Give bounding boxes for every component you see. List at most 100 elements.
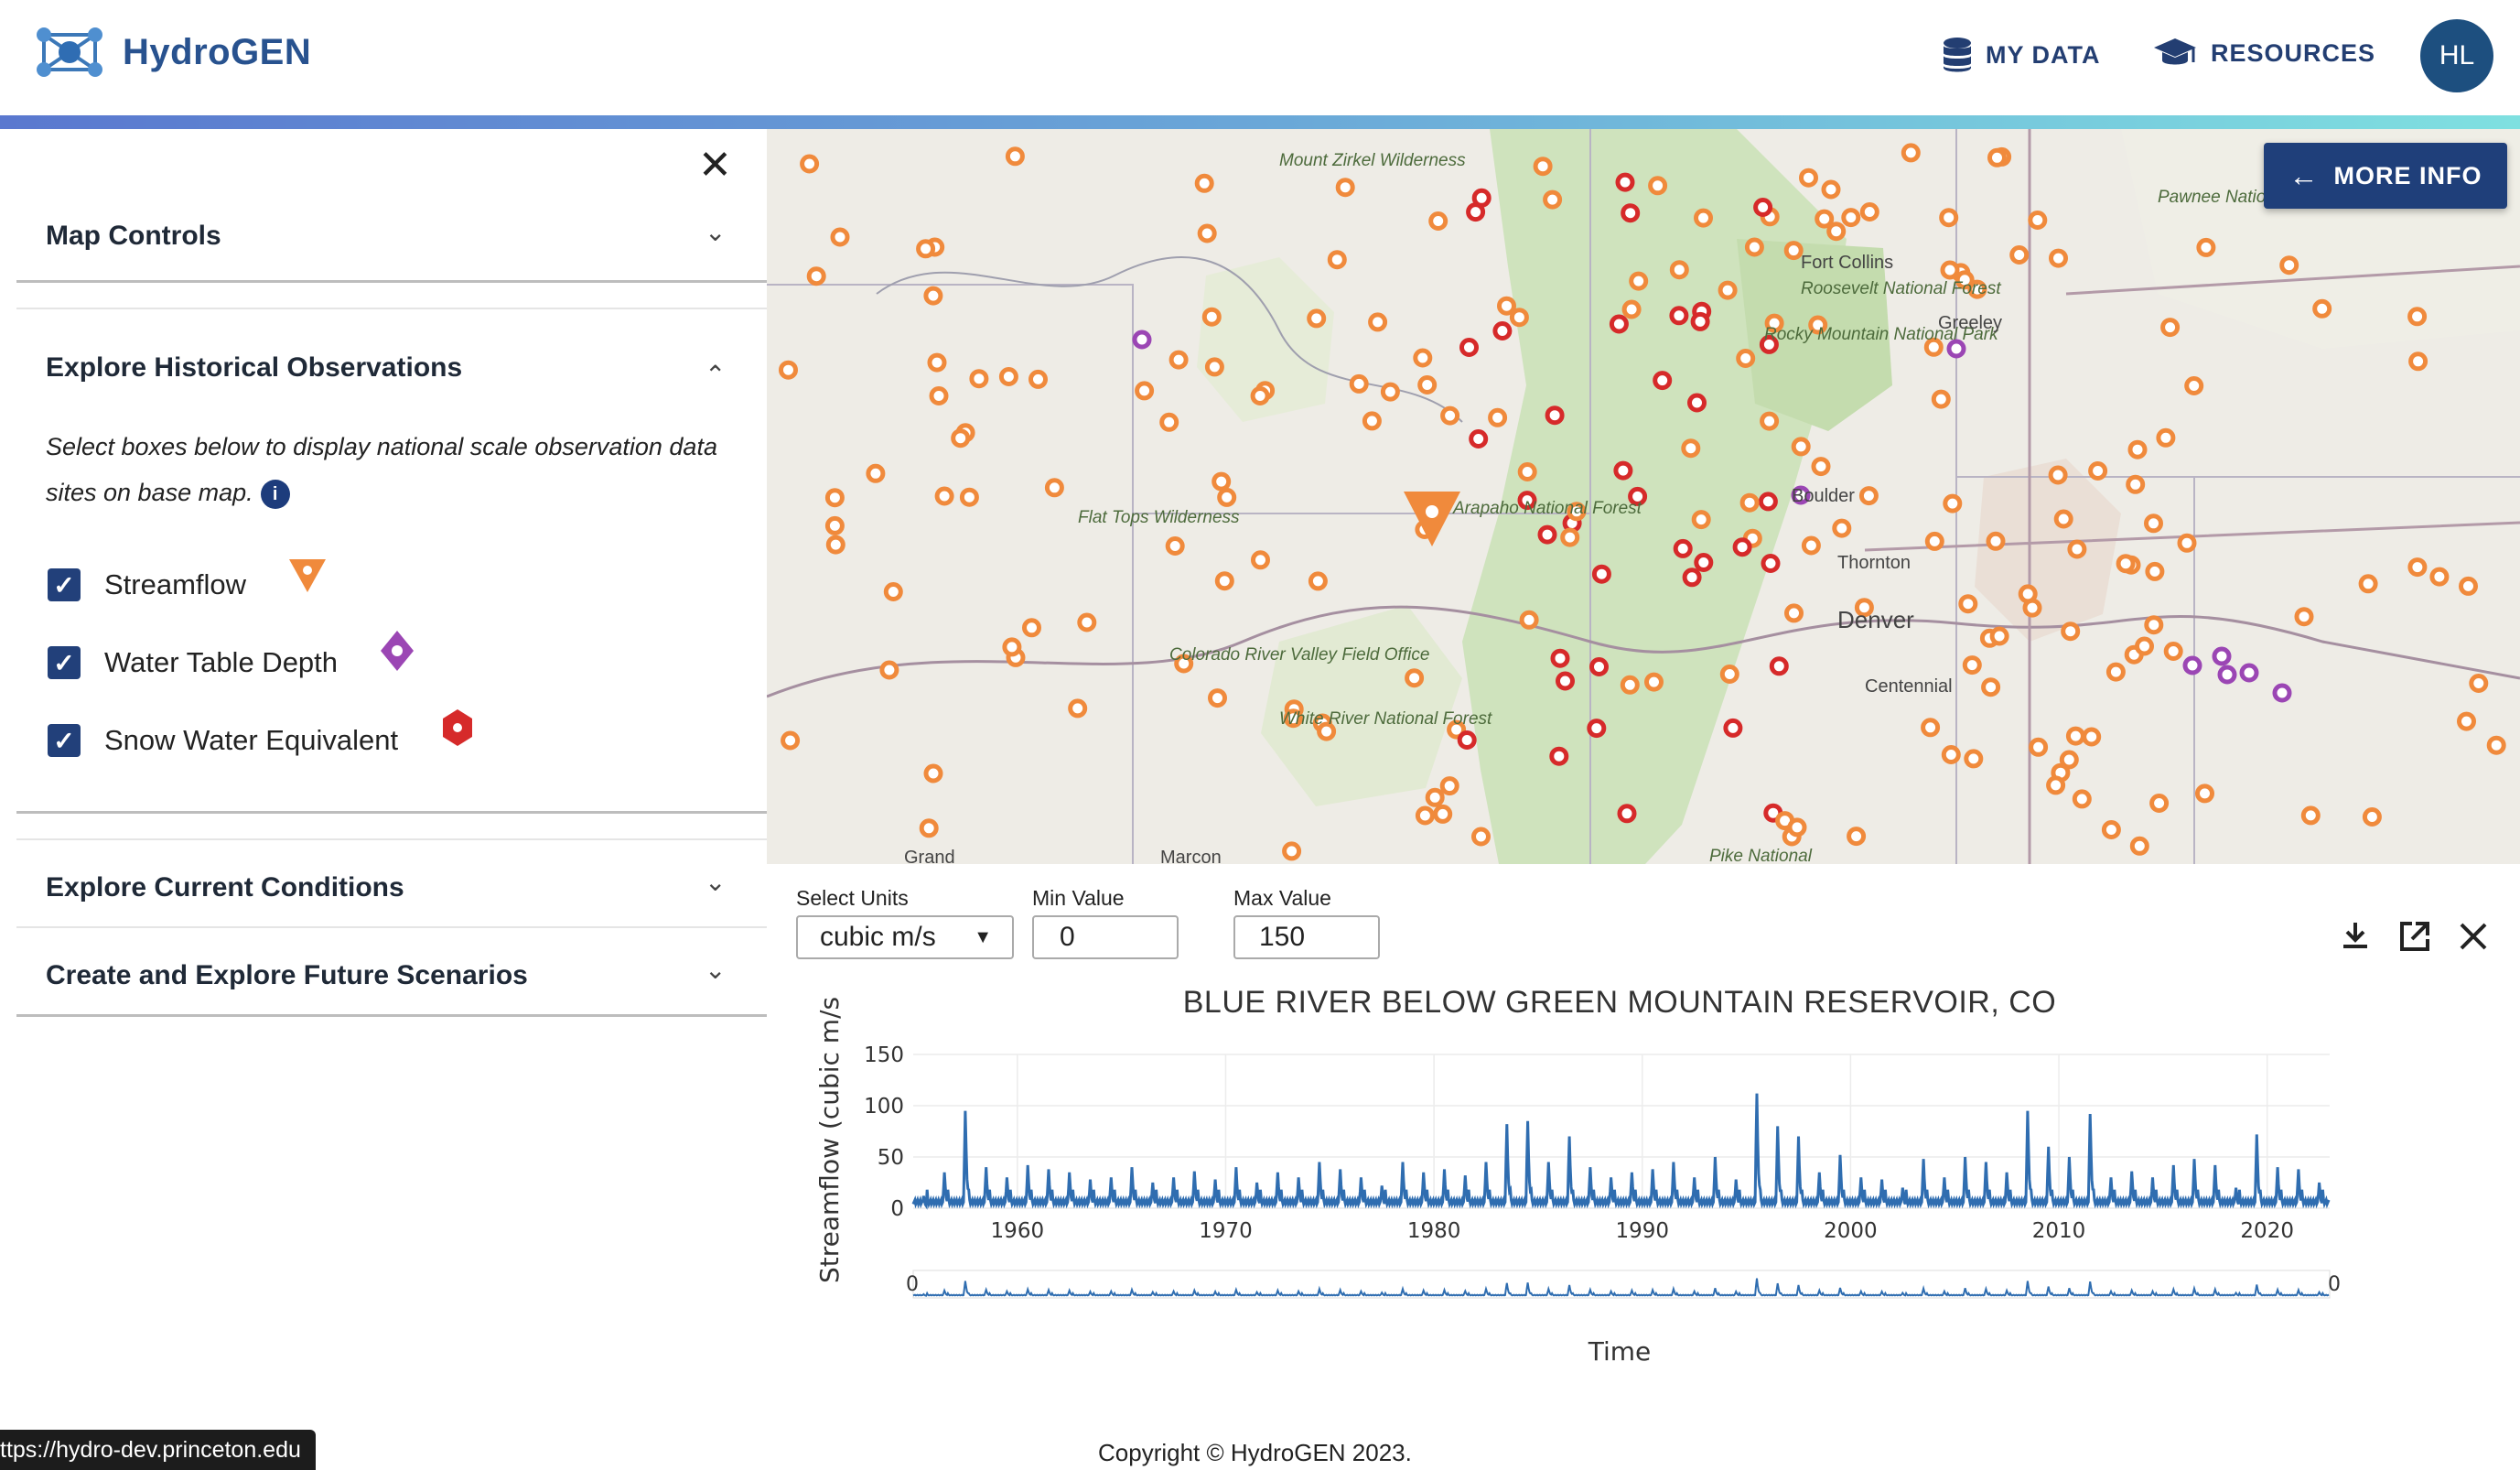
brand[interactable]: HydroGEN [31,22,311,82]
streamflow-site-marker[interactable] [1251,550,1270,570]
streamflow-site-marker[interactable] [2457,711,2476,731]
streamflow-site-marker[interactable] [1068,698,1088,719]
streamflow-site-marker[interactable] [923,286,943,306]
chevron-down-icon[interactable]: ⌄ [705,955,726,985]
streamflow-site-marker[interactable] [969,369,989,389]
streamflow-site-marker[interactable] [1380,382,1400,402]
streamflow-site-marker[interactable] [781,730,801,751]
user-avatar[interactable]: HL [2420,19,2493,92]
units-select[interactable]: cubic m/s ▼ [796,915,1014,959]
streamflow-site-marker[interactable] [1349,373,1369,394]
streamflow-site-marker[interactable] [779,360,798,380]
streamflow-site-marker[interactable] [1250,386,1270,405]
streamflow-site-marker[interactable] [1168,350,1189,370]
streamflow-site-marker[interactable] [1694,208,1713,228]
range-handle-right[interactable]: 0 [2328,1273,2341,1296]
streamflow-site-marker[interactable] [1517,462,1537,481]
streamflow-site-marker[interactable] [934,486,954,506]
base-map[interactable]: Mount Zirkel Wilderness Pawnee National … [767,129,2520,864]
info-icon[interactable]: i [260,479,290,509]
snow-water-equivalent-toggle[interactable]: ✓ Snow Water Equivalent [48,724,398,757]
streamflow-site-marker[interactable] [927,352,947,373]
streamflow-site-marker[interactable] [1943,493,1963,513]
streamflow-site-marker[interactable] [1821,179,1841,200]
streamflow-site-marker[interactable] [1135,381,1155,401]
streamflow-site-marker[interactable] [1629,271,1649,291]
streamflow-site-marker[interactable] [1497,296,1516,316]
streamflow-site-marker[interactable] [1858,486,1879,506]
streamflow-site-marker[interactable] [929,386,949,405]
snow-water-equivalent-site-marker[interactable] [1466,202,1486,222]
snow-water-equivalent-site-marker[interactable] [1589,657,1609,676]
streamflow-site-marker[interactable] [830,227,850,247]
snow-water-equivalent-site-marker[interactable] [1690,311,1710,331]
streamflow-site-marker[interactable] [2407,557,2428,578]
streamflow-site-marker[interactable] [1543,189,1563,210]
streamflow-site-marker[interactable] [2279,255,2299,276]
streamflow-site-marker[interactable] [2067,539,2087,559]
min-value-input[interactable]: 0 [1032,915,1179,959]
range-handle-left[interactable]: 0 [906,1273,919,1296]
streamflow-site-marker[interactable] [2469,674,2489,693]
chevron-down-icon[interactable]: ⌄ [705,217,726,247]
streamflow-site-marker[interactable] [825,535,845,555]
streamflow-site-marker[interactable] [2177,533,2197,553]
streamflow-site-marker[interactable] [1739,492,1760,513]
streamflow-site-marker[interactable] [1509,308,1529,328]
streamflow-site-marker[interactable] [1433,804,1453,824]
streamflow-site-marker[interactable] [1989,626,2009,646]
streamflow-site-marker[interactable] [1958,594,1978,614]
streamflow-chart[interactable]: Streamflow (cubic m/s) Time 0 50 100 150 196… [787,998,2361,1382]
streamflow-site-marker[interactable] [1811,457,1831,477]
checkbox-checked-icon[interactable]: ✓ [48,568,81,601]
streamflow-site-marker[interactable] [2009,245,2030,265]
streamflow-site-marker[interactable] [1921,718,1941,738]
streamflow-site-marker[interactable] [1981,677,2001,697]
streamflow-site-marker[interactable] [923,763,943,784]
resources-button[interactable]: RESOURCES [2152,37,2375,70]
streamflow-site-marker[interactable] [1327,250,1347,270]
streamflow-site-marker[interactable] [1194,173,1214,193]
streamflow-site-marker[interactable] [1415,805,1435,826]
streamflow-site-marker[interactable] [2065,726,2085,746]
streamflow-site-marker[interactable] [1681,438,1701,459]
streamflow-site-marker[interactable] [1744,237,1764,257]
snow-water-equivalent-site-marker[interactable] [1591,564,1611,584]
water-table-depth-site-marker[interactable] [2217,665,2237,685]
map-controls-header[interactable]: Map Controls [46,221,221,252]
snow-water-equivalent-site-marker[interactable] [1457,730,1477,750]
streamflow-site-marker[interactable] [1204,357,1224,377]
snow-water-equivalent-site-marker[interactable] [1549,746,1569,766]
streamflow-site-marker[interactable] [800,154,820,174]
streamflow-site-marker[interactable] [1760,411,1780,431]
streamflow-site-marker[interactable] [1962,655,1982,676]
streamflow-site-marker[interactable] [1620,675,1640,695]
streamflow-site-marker[interactable] [1901,143,1921,163]
streamflow-site-marker[interactable] [1791,437,1811,457]
snow-water-equivalent-site-marker[interactable] [1550,648,1570,668]
streamflow-site-marker[interactable] [2049,248,2068,268]
snow-water-equivalent-site-marker[interactable] [1609,314,1629,334]
streamflow-site-marker[interactable] [2407,307,2428,327]
streamflow-site-marker[interactable] [1964,749,1984,769]
streamflow-site-marker[interactable] [1832,518,1852,538]
snow-water-equivalent-site-marker[interactable] [1459,338,1479,357]
snow-water-equivalent-site-marker[interactable] [1469,429,1489,449]
streamflow-site-marker[interactable] [1368,312,1388,332]
snow-water-equivalent-site-marker[interactable] [1732,537,1752,557]
historical-observations-header[interactable]: Explore Historical Observations [46,352,462,384]
streamflow-site-marker[interactable] [1002,637,1022,657]
streamflow-site-marker[interactable] [1787,817,1807,838]
snow-water-equivalent-site-marker[interactable] [1669,306,1689,326]
streamflow-site-marker[interactable] [1214,571,1234,591]
streamflow-site-marker[interactable] [2156,427,2176,448]
streamflow-site-marker[interactable] [1197,223,1217,243]
streamflow-site-marker[interactable] [1282,841,1302,861]
streamflow-site-marker[interactable] [951,428,971,449]
streamflow-site-marker[interactable] [2072,789,2092,809]
streamflow-site-marker[interactable] [2144,615,2164,635]
open-external-icon[interactable] [2397,919,2432,954]
current-conditions-header[interactable]: Explore Current Conditions [46,872,404,903]
snow-water-equivalent-site-marker[interactable] [1587,719,1607,739]
checkbox-checked-icon[interactable]: ✓ [48,724,81,757]
